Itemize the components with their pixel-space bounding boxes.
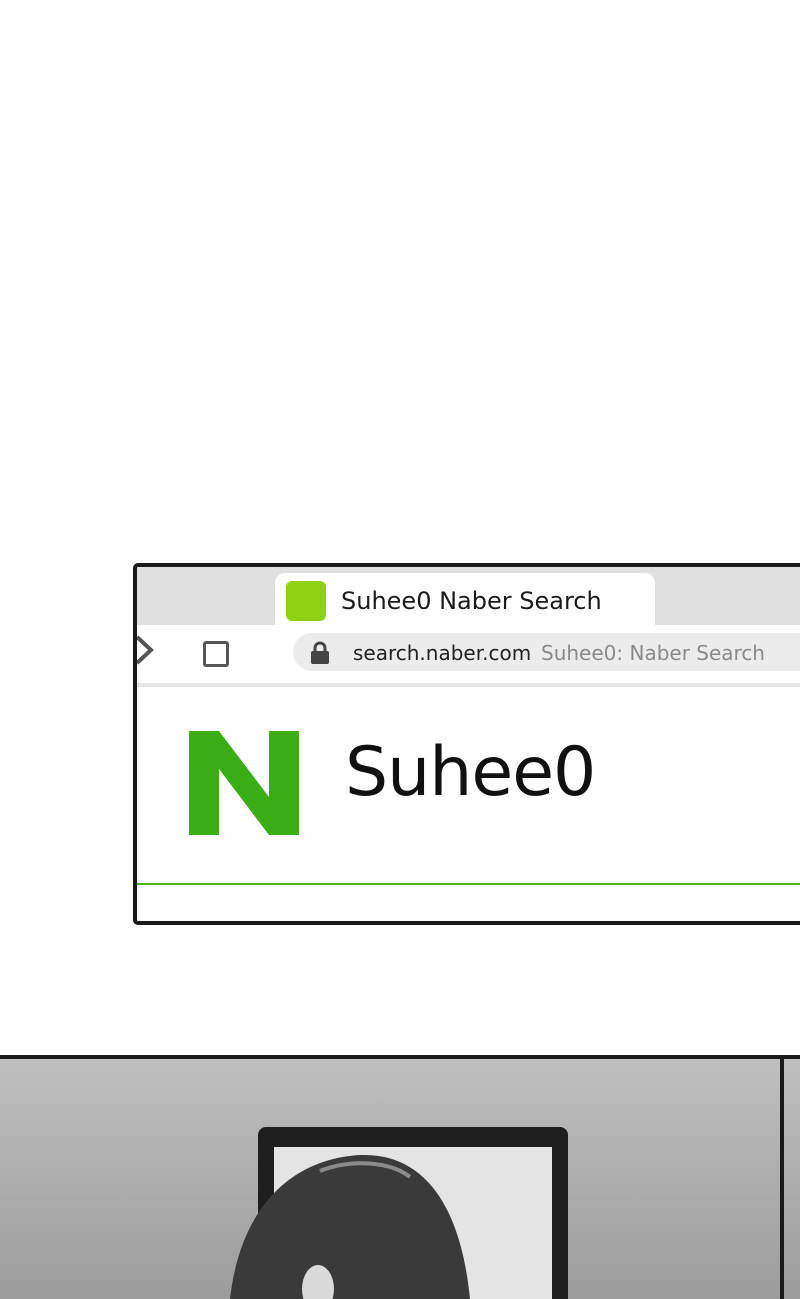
search-query-text: Suhee0 bbox=[345, 733, 596, 812]
browser-toolbar: search.naber.com Suhee0: Naber Search bbox=[137, 625, 800, 687]
search-divider bbox=[137, 883, 800, 885]
comic-scene-panel bbox=[0, 1055, 800, 1299]
tab-search[interactable]: Suhee0 Naber Search bbox=[275, 573, 655, 625]
naber-logo-icon bbox=[189, 731, 299, 835]
tab-strip: Suhee0 Naber Search bbox=[137, 567, 800, 625]
address-page-title: Suhee0: Naber Search bbox=[541, 641, 765, 665]
page-content: Suhee0 bbox=[137, 687, 800, 921]
chevron-right-icon[interactable] bbox=[133, 633, 155, 667]
browser-window: Suhee0 Naber Search search.naber.com Suh… bbox=[133, 563, 800, 925]
favicon-icon bbox=[286, 581, 326, 621]
monitor-illustration bbox=[230, 1059, 784, 1299]
url-text: search.naber.com bbox=[353, 641, 532, 665]
address-bar[interactable]: search.naber.com Suhee0: Naber Search bbox=[293, 633, 800, 671]
stop-icon[interactable] bbox=[203, 641, 229, 667]
tab-title: Suhee0 Naber Search bbox=[341, 587, 602, 615]
lock-icon bbox=[311, 641, 329, 664]
